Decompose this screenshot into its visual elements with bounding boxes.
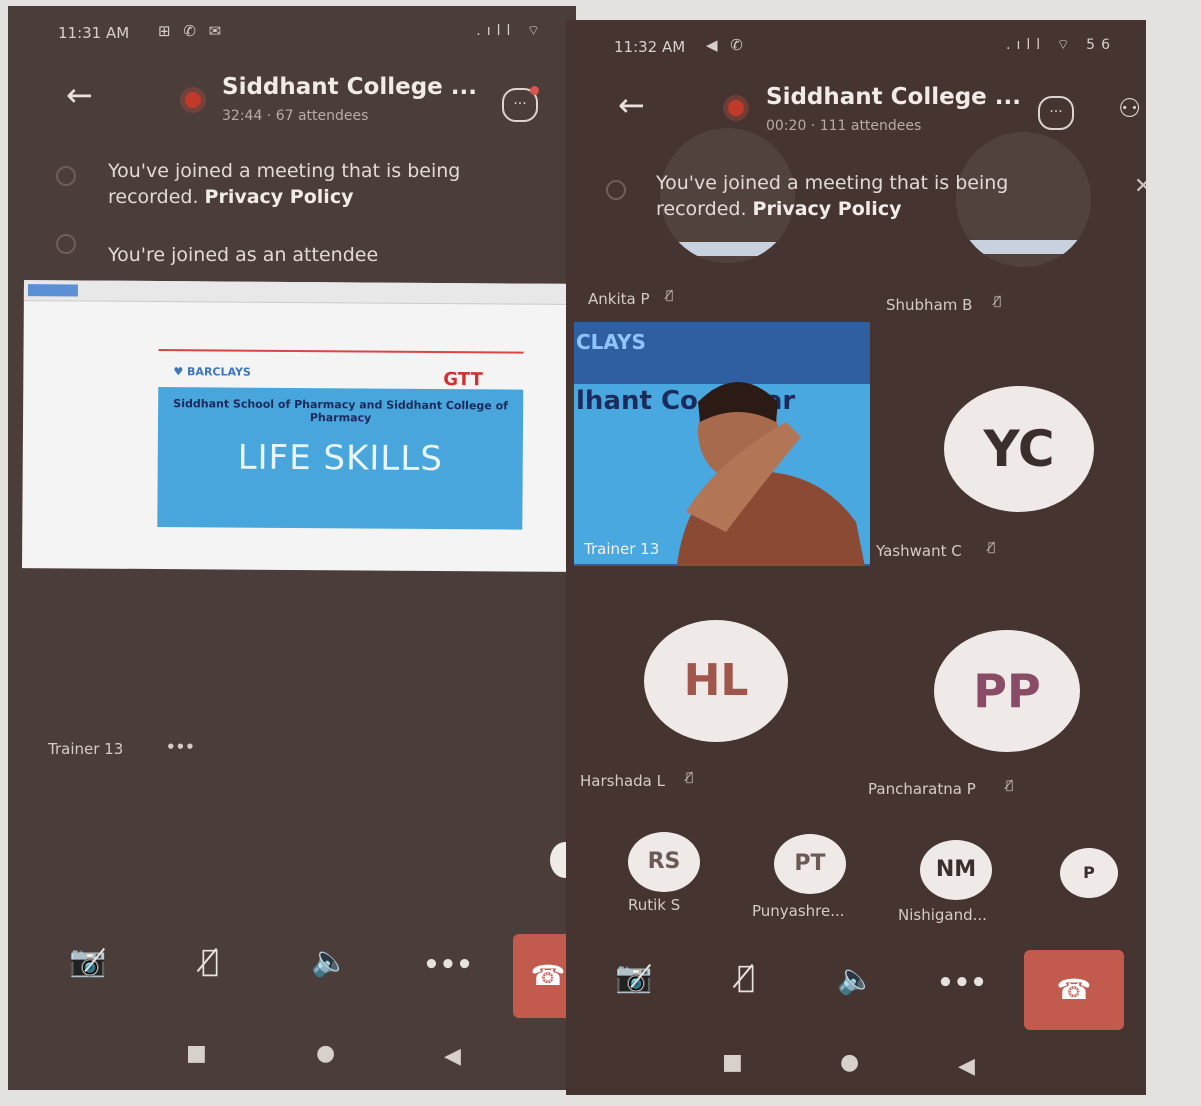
avatar-nishigand[interactable]: NM (920, 840, 992, 900)
muted-icon: 🎙̸ (686, 770, 694, 784)
muted-icon: 🎙̸ (1006, 778, 1014, 792)
info-icon (606, 180, 626, 200)
gtt-logo: GTT (443, 369, 483, 391)
slide-divider (158, 349, 524, 354)
info-icon (56, 234, 76, 254)
meeting-header: ← Siddhant College ... 32:44 · 67 attend… (8, 64, 576, 134)
slide-title: LIFE SKILLS (237, 437, 444, 480)
speaker-icon[interactable]: 🔈 (300, 944, 360, 979)
participant-name-pancharatna: Pancharatna P (868, 780, 976, 798)
avatar-harshada[interactable]: HL (644, 620, 788, 742)
attendee-notice: You're joined as an attendee (108, 244, 379, 266)
avatar-yashwant[interactable]: YC (944, 386, 1094, 512)
barclays-logo: ♥ BARCLAYS (173, 365, 251, 379)
participant-name-punyashre: Punyashre... (752, 902, 845, 920)
avatar-rutik[interactable]: RS (628, 832, 700, 892)
back-nav-icon[interactable]: ◀ (958, 1054, 975, 1079)
meeting-subtitle: 00:20 · 111 attendees (766, 118, 922, 134)
video-participant-name: Trainer 13 (584, 540, 660, 558)
muted-icon: 🎙̸ (988, 540, 996, 554)
chat-icon[interactable]: ··· (1038, 96, 1074, 130)
end-call-button[interactable]: ☎ (1024, 950, 1124, 1030)
privacy-policy-link[interactable]: Privacy Policy (205, 186, 354, 208)
avatar-pancharatna[interactable]: PP (934, 630, 1080, 752)
participant-name-harshada: Harshada L (580, 772, 665, 790)
shared-browser-bar (23, 280, 574, 305)
recent-apps-icon[interactable]: ■ (722, 1050, 743, 1075)
right-phone-screen: 11:32 AM ◀ ✆ .ıll ⌔ 56 ← Siddhant Colleg… (566, 20, 1146, 1095)
trainer-video-tile[interactable]: CLAYS lhant Co f Phar Trainer 13 (574, 322, 870, 566)
status-time: 11:31 AM (58, 24, 130, 42)
status-bar: 11:32 AM ◀ ✆ .ıll ⌔ 56 (596, 32, 1116, 60)
chat-unread-badge (530, 86, 539, 95)
close-icon[interactable]: ✕ (1134, 174, 1146, 199)
participant-name-rutik: Rutik S (628, 896, 681, 914)
presenter-name: Trainer 13 (48, 740, 124, 758)
more-options-icon[interactable]: ••• (418, 950, 478, 980)
back-nav-icon[interactable]: ◀ (444, 1044, 461, 1069)
recording-notice: You've joined a meeting that is being re… (108, 158, 538, 210)
meeting-subtitle: 32:44 · 67 attendees (222, 108, 369, 124)
home-icon[interactable]: ● (316, 1041, 335, 1066)
status-bar: 11:31 AM ⊞ ✆ ✉ .ıll ⌔ (48, 18, 546, 46)
browser-tab (27, 284, 78, 297)
speaker-icon[interactable]: 🔈 (826, 962, 886, 997)
video-slide-text: CLAYS (576, 330, 646, 354)
back-arrow-icon[interactable]: ← (618, 86, 645, 124)
home-icon[interactable]: ● (840, 1050, 859, 1075)
left-phone-screen: 11:31 AM ⊞ ✆ ✉ .ıll ⌔ ← Siddhant College… (8, 6, 576, 1090)
camera-off-icon[interactable]: 📷̸ (58, 944, 118, 979)
trainer-person-image (676, 382, 865, 566)
slide-heading: Siddhant School of Pharmacy and Siddhant… (173, 397, 509, 425)
avatar-p[interactable]: P (1060, 848, 1118, 898)
shared-screen: ♥ BARCLAYS GTT Siddhant School of Pharma… (22, 280, 574, 572)
video-strip (956, 240, 1091, 254)
video-strip (660, 242, 795, 256)
mic-off-icon[interactable]: 🎙̸ (180, 944, 240, 979)
more-options-icon[interactable]: ••• (932, 968, 992, 998)
status-notification-icons: ⊞ ✆ ✉ (158, 22, 226, 40)
participant-name-yashwant: Yashwant C (876, 542, 962, 560)
info-icon (56, 166, 76, 186)
recording-notice: You've joined a meeting that is being re… (656, 170, 1066, 222)
participants-icon[interactable]: ⚇ (1118, 94, 1141, 124)
life-skills-slide: Siddhant School of Pharmacy and Siddhant… (157, 387, 524, 530)
status-time: 11:32 AM (614, 38, 686, 56)
meeting-title: Siddhant College ... (222, 74, 477, 100)
signal-wifi-battery-icons: .ıll ⌔ 56 (1006, 37, 1116, 53)
signal-wifi-icons: .ıll ⌔ (476, 23, 546, 39)
participant-name-shubham: Shubham B (886, 296, 973, 314)
recording-indicator-icon (185, 92, 201, 108)
mic-off-icon[interactable]: 🎙̸ (716, 960, 776, 995)
status-notification-icons: ◀ ✆ (706, 36, 747, 54)
muted-icon: 🎙̸ (994, 294, 1002, 308)
camera-off-icon[interactable]: 📷̸ (604, 960, 664, 995)
meeting-header: ← Siddhant College ... 00:20 · 111 atten… (566, 74, 1146, 144)
presenter-more-icon[interactable]: ••• (166, 738, 195, 756)
participant-name-ankita: Ankita P (588, 290, 650, 308)
meeting-title: Siddhant College ... (766, 84, 1021, 110)
recording-indicator-icon (728, 100, 744, 116)
privacy-policy-link[interactable]: Privacy Policy (753, 198, 902, 220)
recent-apps-icon[interactable]: ■ (186, 1041, 207, 1066)
participant-name-nishigand: Nishigand... (898, 906, 987, 924)
avatar-punyashre[interactable]: PT (774, 834, 846, 894)
muted-icon: 🎙̸ (666, 288, 674, 302)
back-arrow-icon[interactable]: ← (66, 76, 93, 114)
